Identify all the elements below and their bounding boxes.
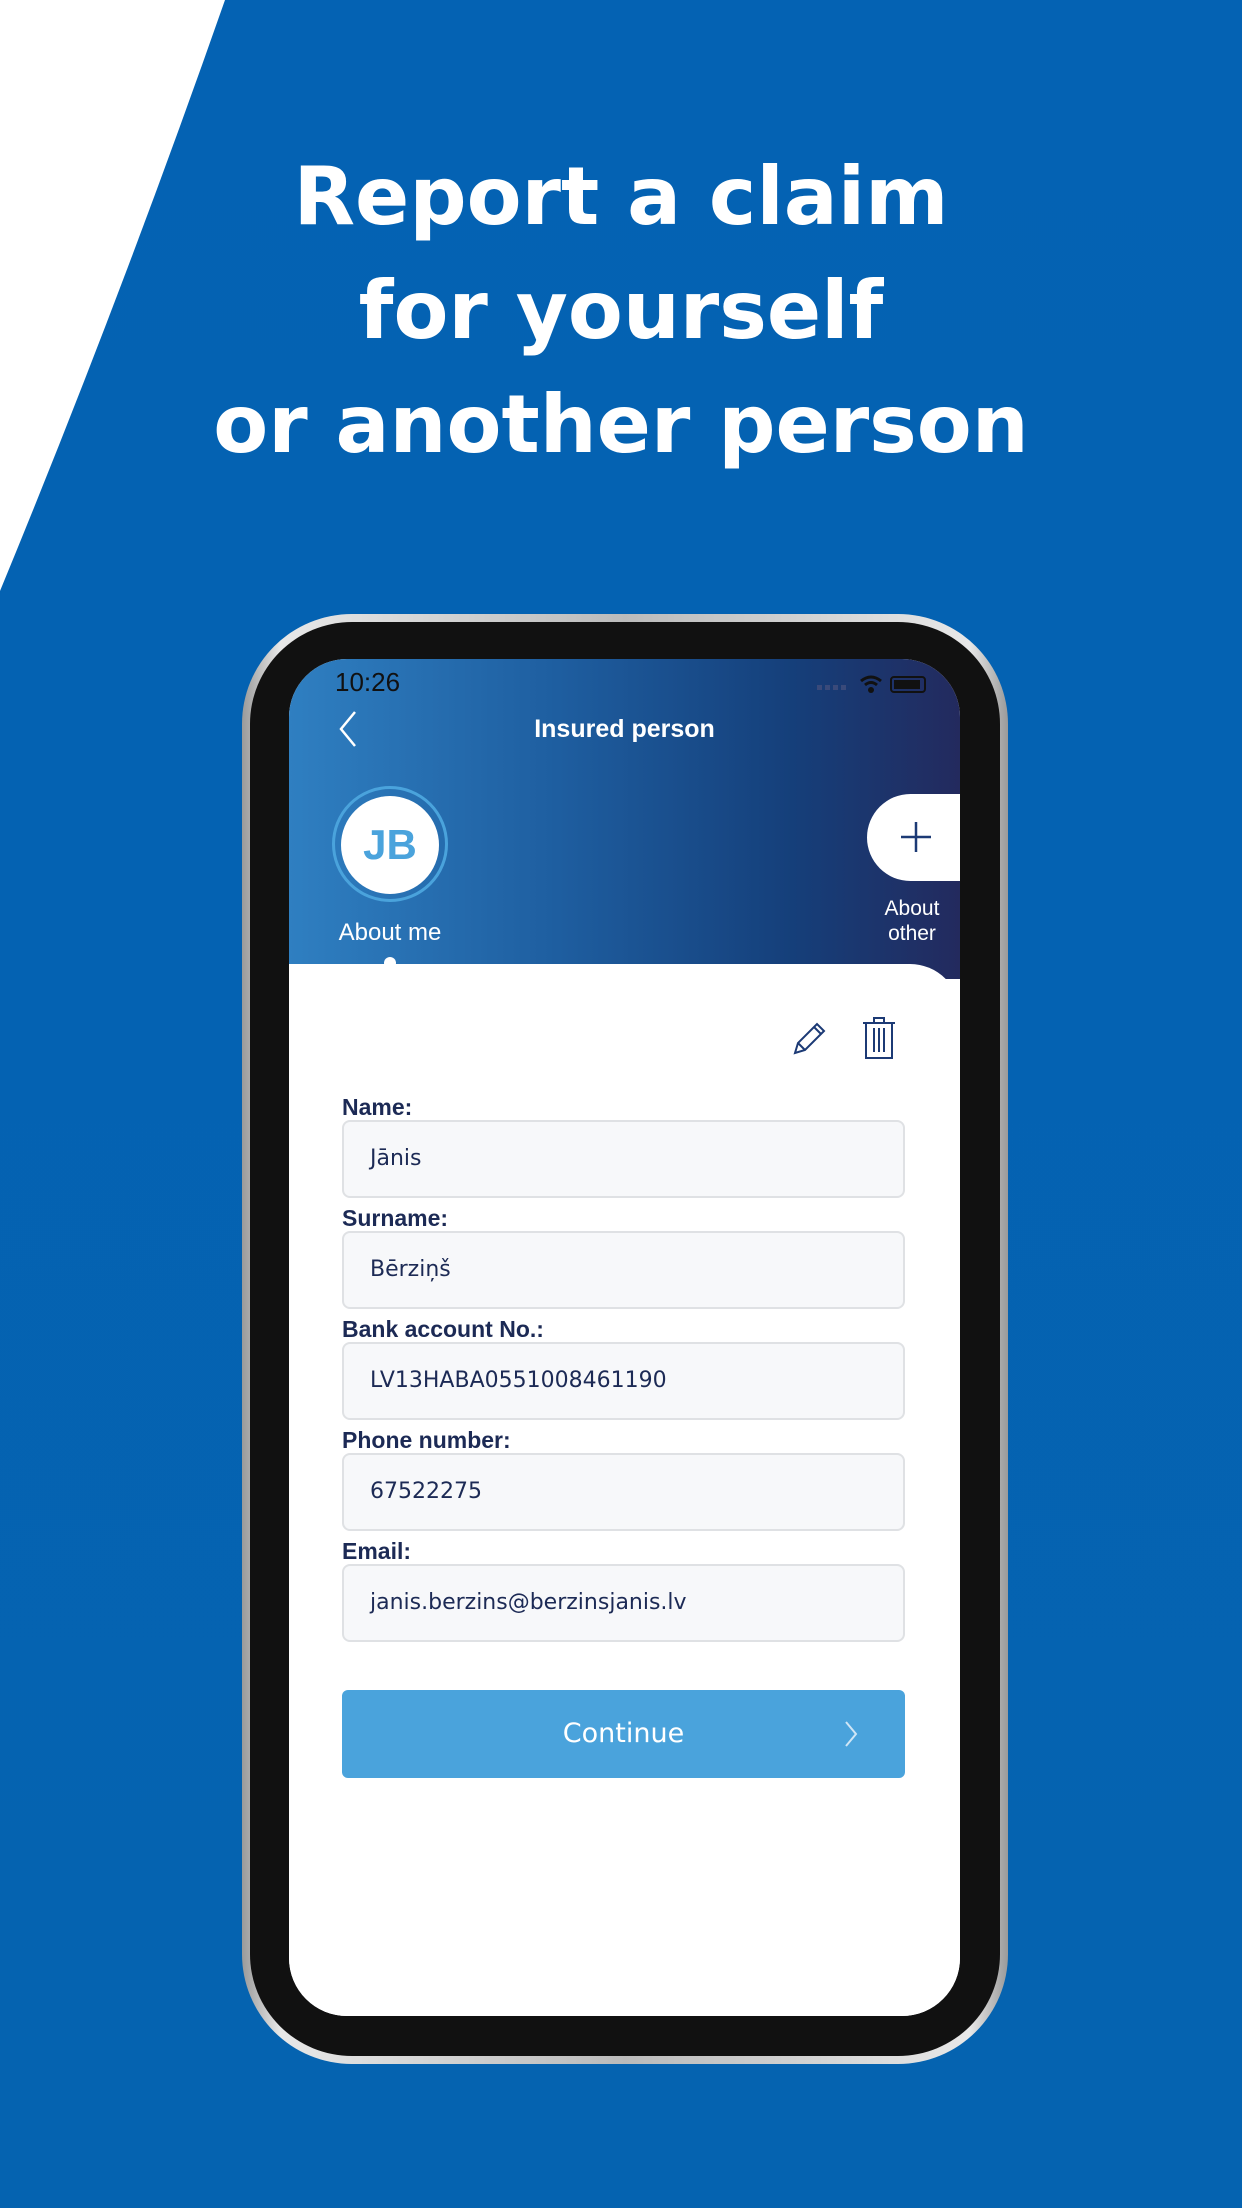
signal-icon: [817, 685, 846, 690]
phone-screen: 10:26 Insured person JB About me About o…: [289, 659, 960, 2016]
bank-account-label: Bank account No.:: [342, 1316, 544, 1342]
header: 10:26 Insured person JB About me About o…: [289, 659, 960, 979]
phone-label: Phone number:: [342, 1427, 511, 1453]
label-line: About: [884, 897, 940, 920]
battery-icon: [890, 676, 926, 693]
form-card: Name: Jānis Surname: Bērziņš Bank accoun…: [289, 964, 960, 2016]
selected-indicator: [384, 957, 396, 969]
headline-line: or another person: [213, 378, 1029, 471]
headline-line: for yourself: [358, 264, 884, 357]
status-time: 10:26: [335, 667, 401, 697]
status-icons: [817, 675, 926, 693]
headline: Report a claim for yourself or another p…: [0, 140, 1242, 482]
name-label: Name:: [342, 1094, 413, 1120]
phone-field[interactable]: 67522275: [342, 1453, 905, 1531]
page-title: Insured person: [534, 715, 715, 743]
surname-label: Surname:: [342, 1205, 449, 1231]
continue-button[interactable]: Continue: [342, 1690, 905, 1778]
delete-trash-icon[interactable]: [861, 1016, 897, 1060]
profile-about-me-label[interactable]: About me: [289, 919, 491, 947]
label-line: other: [888, 922, 936, 945]
add-other-button[interactable]: [867, 794, 960, 881]
surname-field[interactable]: Bērziņš: [342, 1231, 905, 1309]
profile-about-other-label[interactable]: About other: [849, 896, 960, 946]
bank-account-field[interactable]: LV13HABA0551008461190: [342, 1342, 905, 1420]
edit-pencil-icon[interactable]: [789, 1019, 829, 1059]
wifi-icon: [860, 675, 882, 687]
avatar[interactable]: JB: [341, 796, 439, 894]
name-field[interactable]: Jānis: [342, 1120, 905, 1198]
chevron-right-icon: [845, 1721, 858, 1747]
email-label: Email:: [342, 1538, 412, 1564]
continue-label: Continue: [562, 1718, 685, 1749]
plus-icon: [901, 822, 931, 852]
headline-line: Report a claim: [293, 150, 949, 243]
email-field[interactable]: janis.berzins@berzinsjanis.lv: [342, 1564, 905, 1642]
